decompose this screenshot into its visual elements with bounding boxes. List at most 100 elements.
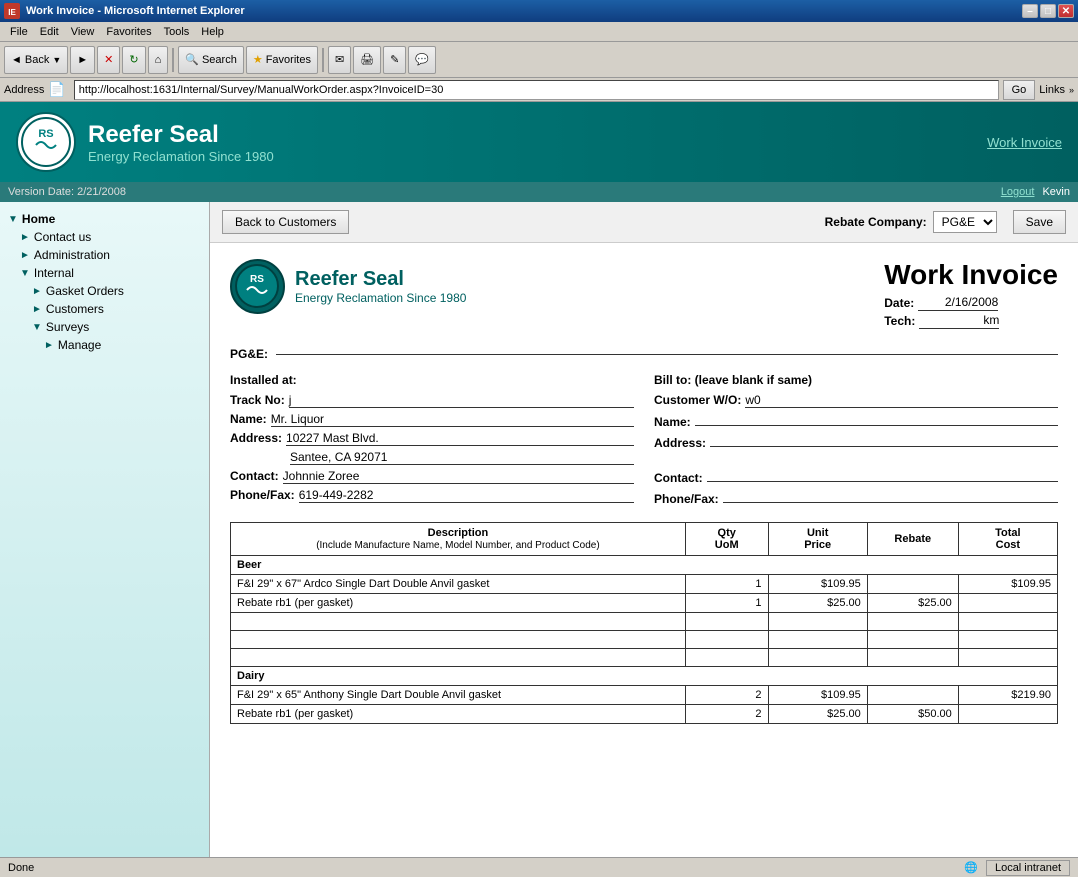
- sidebar-item-home[interactable]: ▼ Home: [0, 210, 209, 228]
- minimize-button[interactable]: –: [1022, 4, 1038, 18]
- col-total-cost: TotalCost: [958, 523, 1057, 556]
- svg-text:IE: IE: [8, 8, 16, 17]
- installed-contact-row: Contact: Johnnie Zoree: [230, 469, 634, 484]
- page-title-link[interactable]: Work Invoice: [987, 135, 1062, 150]
- username: Kevin: [1042, 186, 1070, 198]
- section-beer-label: Beer: [231, 556, 1058, 575]
- bill-address-row: Address:: [654, 433, 1058, 450]
- print-button[interactable]: 🖨: [353, 46, 381, 74]
- installed-name-label: Name:: [230, 412, 267, 426]
- edit-button[interactable]: ✎: [383, 46, 406, 74]
- row1-rebate: [867, 575, 958, 594]
- date-label: Date:: [884, 296, 914, 310]
- go-button[interactable]: Go: [1003, 80, 1036, 100]
- invoice-logo: RS: [230, 259, 285, 314]
- discuss-button[interactable]: 💬: [408, 46, 436, 74]
- tech-value: km: [919, 313, 999, 329]
- row4-desc: Rebate rb1 (per gasket): [231, 705, 686, 724]
- section-dairy: Dairy: [231, 667, 1058, 686]
- favorites-label: Favorites: [266, 54, 311, 66]
- invoice-table: Description (Include Manufacture Name, M…: [230, 522, 1058, 724]
- installed-contact-value: Johnnie Zoree: [283, 469, 634, 484]
- sidebar-contact-label: Contact us: [34, 230, 91, 244]
- logout-link[interactable]: Logout: [1001, 186, 1035, 198]
- menu-tools[interactable]: Tools: [158, 24, 196, 40]
- date-value: 2/16/2008: [918, 295, 998, 311]
- customer-wo-label: Customer W/O:: [654, 393, 741, 407]
- sidebar-item-customers[interactable]: ► Customers: [0, 300, 209, 318]
- menu-edit[interactable]: Edit: [34, 24, 65, 40]
- maximize-button[interactable]: □: [1040, 4, 1056, 18]
- sidebar-item-surveys[interactable]: ▼ Surveys: [0, 318, 209, 336]
- sidebar-item-gasket-orders[interactable]: ► Gasket Orders: [0, 282, 209, 300]
- rebate-company-field: Rebate Company: PG&E: [825, 211, 997, 233]
- installed-address-value: 10227 Mast Blvd.: [286, 431, 634, 446]
- forward-button[interactable]: ►: [70, 46, 95, 74]
- installed-phone-row: Phone/Fax: 619-449-2282: [230, 488, 634, 503]
- row3-qty: 2: [685, 686, 768, 705]
- sidebar-customers-label: Customers: [46, 302, 104, 316]
- menu-view[interactable]: View: [65, 24, 101, 40]
- search-button[interactable]: 🔍 Search: [178, 46, 244, 74]
- invoice-title: Work Invoice: [884, 259, 1058, 291]
- home-button[interactable]: ⌂: [148, 46, 169, 74]
- sidebar-item-internal[interactable]: ▼ Internal: [0, 264, 209, 282]
- track-no-label: Track No:: [230, 393, 285, 407]
- home-arrow-icon: ▼: [8, 214, 18, 225]
- title-bar: IE Work Invoice - Microsoft Internet Exp…: [0, 0, 1078, 22]
- invoice-company-tagline: Energy Reclamation Since 1980: [295, 291, 466, 305]
- zone-icon: 🌐: [964, 861, 978, 874]
- bill-phone-label: Phone/Fax:: [654, 492, 719, 506]
- status-right: 🌐 Local intranet: [964, 860, 1070, 876]
- links-button[interactable]: Links: [1039, 84, 1065, 96]
- menu-favorites[interactable]: Favorites: [100, 24, 157, 40]
- back-dropdown-icon[interactable]: ▼: [52, 55, 61, 65]
- invoice-date-row: Date: 2/16/2008: [884, 295, 1058, 311]
- favorites-button[interactable]: ★ Favorites: [246, 46, 318, 74]
- svg-text:RS: RS: [38, 128, 53, 140]
- status-bar: Done 🌐 Local intranet: [0, 857, 1078, 877]
- customer-wo-value: w0: [745, 393, 1058, 408]
- col-description: Description (Include Manufacture Name, M…: [231, 523, 686, 556]
- contact-arrow-icon: ►: [20, 232, 30, 243]
- installed-city-value: Santee, CA 92071: [290, 450, 634, 465]
- installed-name-row: Name: Mr. Liquor: [230, 412, 634, 427]
- back-label: Back: [25, 54, 49, 66]
- rebate-company-select[interactable]: PG&E: [933, 211, 997, 233]
- back-to-customers-button[interactable]: Back to Customers: [222, 210, 349, 234]
- top-nav: Version Date: 2/21/2008 Logout Kevin: [0, 182, 1078, 202]
- row4-total: [958, 705, 1057, 724]
- sidebar-item-manage[interactable]: ► Manage: [0, 336, 209, 354]
- bill-name-label: Name:: [654, 415, 691, 429]
- window-controls[interactable]: – □ ✕: [1022, 4, 1074, 18]
- sidebar-item-contact[interactable]: ► Contact us: [0, 228, 209, 246]
- bill-name-row: Name:: [654, 412, 1058, 429]
- star-icon: ★: [253, 53, 263, 66]
- row4-qty: 2: [685, 705, 768, 724]
- installed-contact-label: Contact:: [230, 469, 279, 483]
- bill-contact-value: [707, 468, 1058, 482]
- sidebar-gasket-label: Gasket Orders: [46, 284, 124, 298]
- home-icon: ⌂: [155, 54, 162, 66]
- menu-file[interactable]: File: [4, 24, 34, 40]
- header-right: Work Invoice: [987, 135, 1062, 150]
- back-button[interactable]: ◄ Back ▼: [4, 46, 68, 74]
- track-no-row: Track No: j: [230, 393, 634, 408]
- manage-arrow-icon: ►: [44, 340, 54, 351]
- back-icon: ◄: [11, 54, 22, 66]
- refresh-button[interactable]: ↻: [122, 46, 145, 74]
- bill-contact-label: Contact:: [654, 471, 703, 485]
- invoice-company-name: Reefer Seal: [295, 268, 466, 291]
- address-input[interactable]: http://localhost:1631/Internal/Survey/Ma…: [74, 80, 999, 100]
- section-dairy-label: Dairy: [231, 667, 1058, 686]
- sidebar-item-administration[interactable]: ► Administration: [0, 246, 209, 264]
- save-button[interactable]: Save: [1013, 210, 1066, 234]
- invoice-logo-section: RS Reefer Seal Energy Reclamation Since …: [230, 259, 884, 314]
- bill-phone-value: [723, 489, 1058, 503]
- address-label: Address: [4, 84, 44, 96]
- forward-icon: ►: [77, 54, 88, 66]
- stop-button[interactable]: ✕: [97, 46, 120, 74]
- mail-button[interactable]: ✉: [328, 46, 351, 74]
- close-button[interactable]: ✕: [1058, 4, 1074, 18]
- menu-help[interactable]: Help: [195, 24, 230, 40]
